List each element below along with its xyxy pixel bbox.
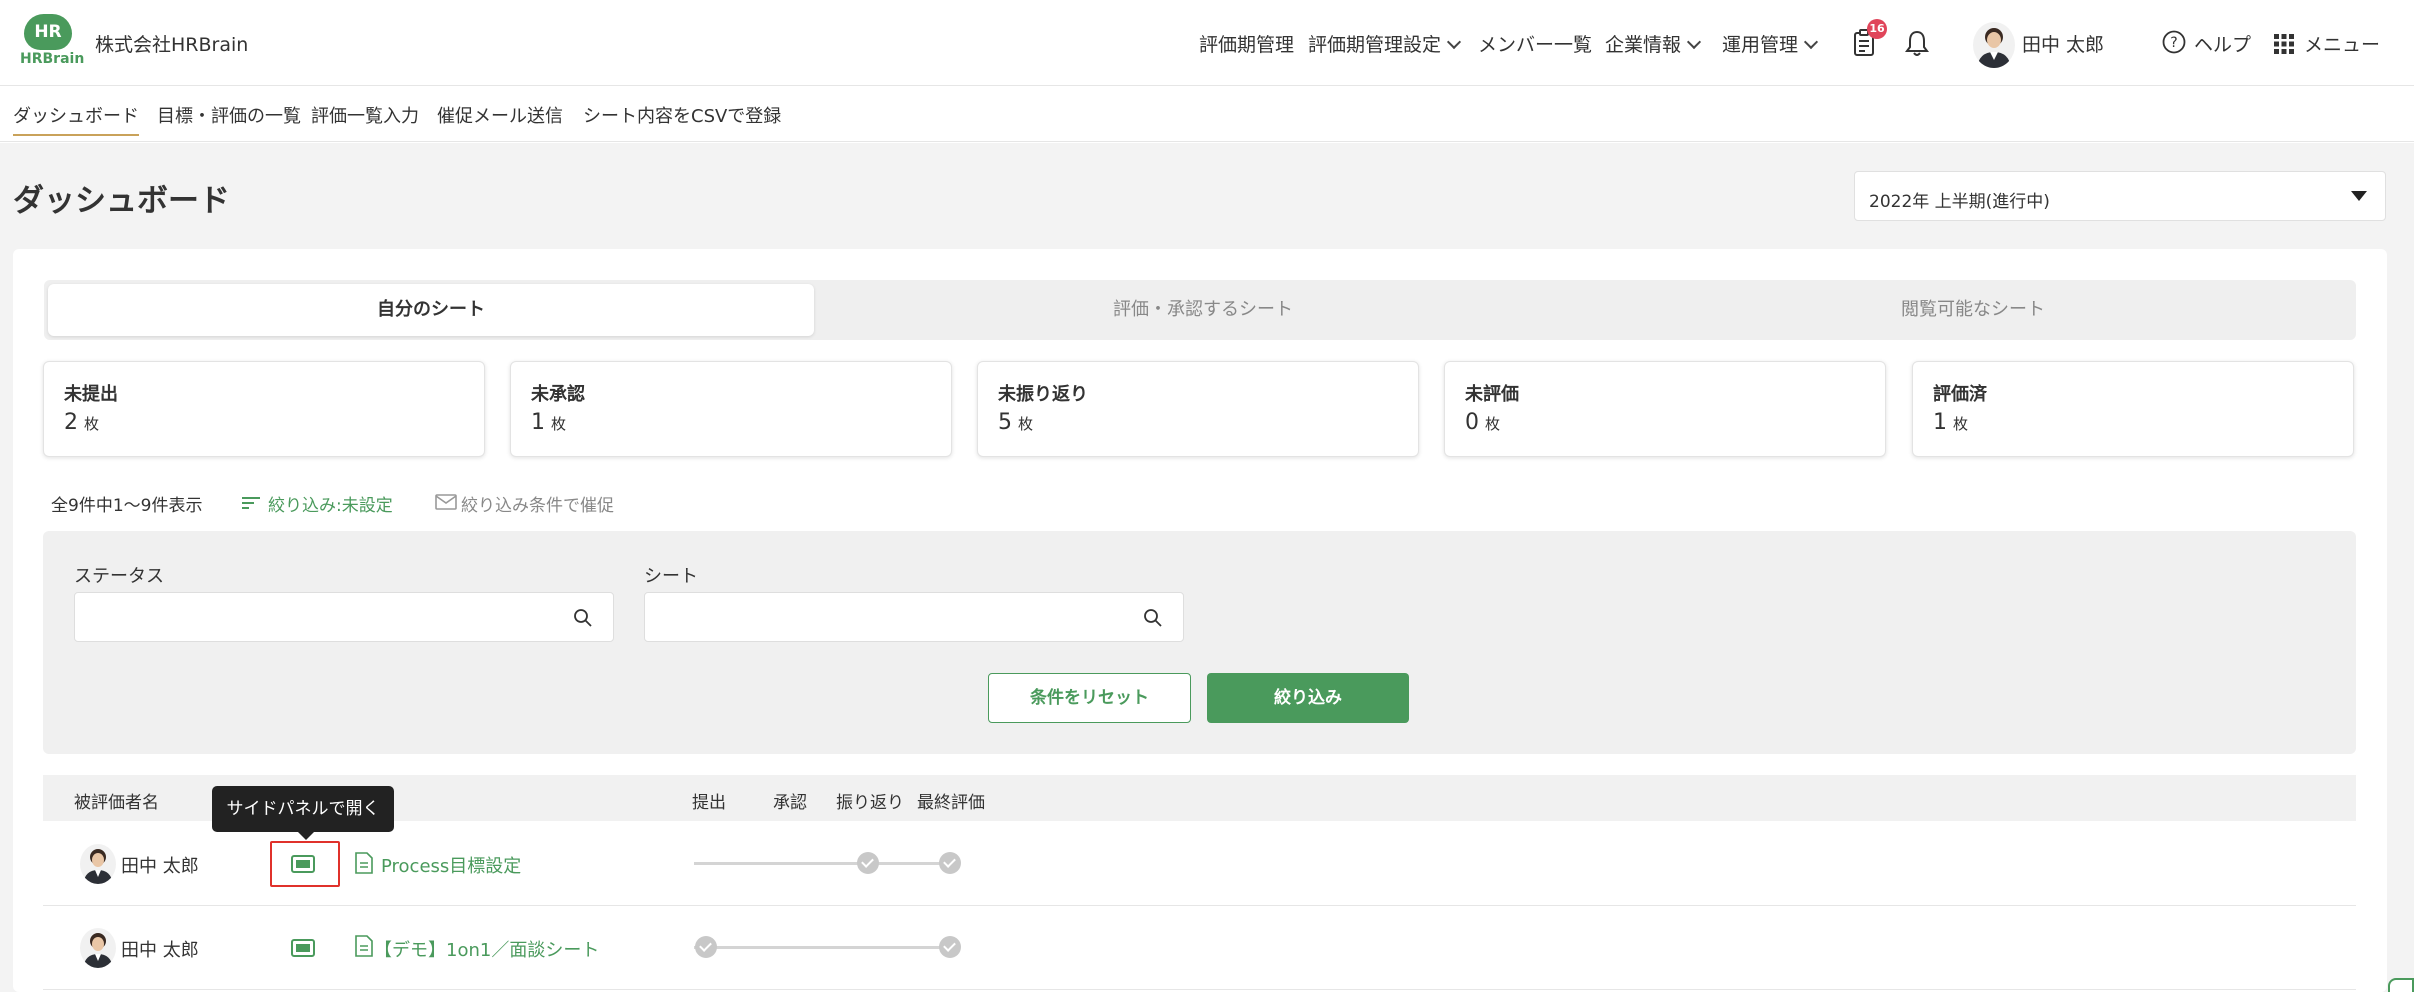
document-icon <box>355 852 373 878</box>
stat-value: 1枚 <box>531 410 567 435</box>
stat-label: 未承認 <box>531 384 585 405</box>
nav-label: 評価期管理 <box>1199 34 1295 56</box>
grid-menu-icon[interactable] <box>2274 34 2294 58</box>
nav-label: 企業情報 <box>1605 34 1682 56</box>
sheet-filter-label: シート <box>644 566 698 587</box>
chevron-down-icon <box>1446 34 1462 50</box>
subnav-reminder-mail[interactable]: 催促メール送信 <box>437 102 563 128</box>
stat-label: 評価済 <box>1933 384 1987 405</box>
stat-card-unapproved[interactable]: 未承認 1枚 <box>510 361 952 457</box>
notification-badge: 16 <box>1867 19 1887 39</box>
bell-icon[interactable] <box>1905 29 1929 61</box>
check-step-icon <box>695 936 717 958</box>
column-header-submit: 提出 <box>692 793 726 813</box>
subnav-goals-list[interactable]: 目標・評価の一覧 <box>157 102 301 128</box>
avatar[interactable] <box>1973 22 2015 68</box>
help-icon[interactable]: ? <box>2162 30 2186 58</box>
result-count: 全9件中1〜9件表示 <box>51 496 203 516</box>
subnav-dashboard[interactable]: ダッシュボード <box>13 102 139 136</box>
tab-viewable-sheets[interactable]: 閲覧可能なシート <box>1590 280 2356 340</box>
nav-label: メンバー一覧 <box>1478 34 1593 56</box>
help-link[interactable]: ヘルプ <box>2194 30 2251 57</box>
stat-label: 未評価 <box>1465 384 1519 405</box>
stat-value: 5枚 <box>998 410 1034 435</box>
remind-by-filter-link[interactable]: 絞り込み条件で催促 <box>461 491 614 516</box>
filter-lines-icon <box>242 495 260 514</box>
tab-review-sheets[interactable]: 評価・承認するシート <box>820 280 1586 340</box>
mail-icon <box>435 494 457 514</box>
nav-member-list[interactable]: メンバー一覧 <box>1478 30 1592 57</box>
progress-track <box>694 862 950 865</box>
sheet-link[interactable]: Process目標設定 <box>381 852 521 878</box>
logo-wordmark: HRBrain <box>20 51 85 67</box>
avatar <box>80 928 116 968</box>
hrbrain-logo[interactable]: HR HRBrain <box>20 14 85 70</box>
status-filter-label: ステータス <box>74 566 164 587</box>
menu-link[interactable]: メニュー <box>2304 30 2380 57</box>
company-name: 株式会社HRBrain <box>95 34 249 56</box>
page-title: ダッシュボード <box>13 183 230 219</box>
side-panel-icon[interactable] <box>291 939 315 957</box>
reset-filters-button[interactable]: 条件をリセット <box>988 673 1191 723</box>
check-step-icon <box>857 852 879 874</box>
tab-my-sheets[interactable]: 自分のシート <box>48 284 814 336</box>
evaluatee-name[interactable]: 田中 太郎 <box>121 852 199 878</box>
period-select-value: 2022年 上半期(進行中) <box>1869 192 2050 212</box>
stat-value: 2枚 <box>64 410 100 435</box>
user-name[interactable]: 田中 太郎 <box>2022 30 2104 57</box>
tooltip: サイドパネルで開く <box>212 786 394 840</box>
stat-card-unsubmitted[interactable]: 未提出 2枚 <box>43 361 485 457</box>
stat-card-evaluated[interactable]: 評価済 1枚 <box>1912 361 2354 457</box>
nav-label: 評価期管理設定 <box>1308 34 1442 56</box>
logo-mark: HR <box>24 14 72 50</box>
stat-label: 未提出 <box>64 384 118 405</box>
nav-evaluation-period[interactable]: 評価期管理 <box>1199 30 1294 57</box>
nav-company-info[interactable]: 企業情報 <box>1605 30 1702 57</box>
progress-track <box>694 946 950 949</box>
sub-navigation: ダッシュボード 目標・評価の一覧 評価一覧入力 催促メール送信 シート内容をCS… <box>0 86 2414 142</box>
stat-label: 未振り返り <box>998 384 1088 405</box>
sheet-link[interactable]: 【デモ】1on1／面談シート <box>374 936 599 962</box>
chevron-down-icon <box>1803 34 1819 50</box>
filter-toggle-link[interactable]: 絞り込み:未設定 <box>268 491 393 516</box>
column-header-evaluatee: 被評価者名 <box>74 793 159 813</box>
nav-operations[interactable]: 運用管理 <box>1722 30 1819 57</box>
nav-evaluation-settings[interactable]: 評価期管理設定 <box>1308 30 1462 57</box>
stat-value: 1枚 <box>1933 410 1969 435</box>
column-header-approve: 承認 <box>773 793 807 813</box>
highlight-box <box>270 841 340 887</box>
subnav-csv-import[interactable]: シート内容をCSVで登録 <box>583 102 781 128</box>
evaluatee-name[interactable]: 田中 太郎 <box>121 936 199 962</box>
apply-filters-button[interactable]: 絞り込み <box>1207 673 1409 723</box>
subnav-evaluation-input[interactable]: 評価一覧入力 <box>311 102 419 128</box>
sheet-filter-input[interactable] <box>644 592 1184 642</box>
check-step-icon <box>939 936 961 958</box>
nav-label: 運用管理 <box>1722 34 1799 56</box>
side-drawer-handle[interactable] <box>2388 978 2414 992</box>
search-icon <box>1144 609 1162 627</box>
check-step-icon <box>939 852 961 874</box>
search-icon <box>574 609 592 627</box>
caret-down-icon <box>2351 191 2367 201</box>
sheet-tabs: 自分のシート 評価・承認するシート 閲覧可能なシート <box>44 280 2356 340</box>
top-header: HR HRBrain 株式会社HRBrain 評価期管理 評価期管理設定 メンバ… <box>0 0 2414 86</box>
svg-text:?: ? <box>2170 35 2177 51</box>
column-header-reflection: 振り返り <box>836 793 904 813</box>
avatar <box>80 844 116 884</box>
column-header-final-evaluation: 最終評価 <box>917 793 985 813</box>
period-select[interactable]: 2022年 上半期(進行中) <box>1854 171 2386 221</box>
stat-card-unevaluated[interactable]: 未評価 0枚 <box>1444 361 1886 457</box>
status-filter-input[interactable] <box>74 592 614 642</box>
filter-panel <box>43 531 2356 754</box>
stat-card-unreviewed[interactable]: 未振り返り 5枚 <box>977 361 1419 457</box>
stat-value: 0枚 <box>1465 410 1501 435</box>
document-icon <box>355 935 373 961</box>
chevron-down-icon <box>1686 34 1702 50</box>
